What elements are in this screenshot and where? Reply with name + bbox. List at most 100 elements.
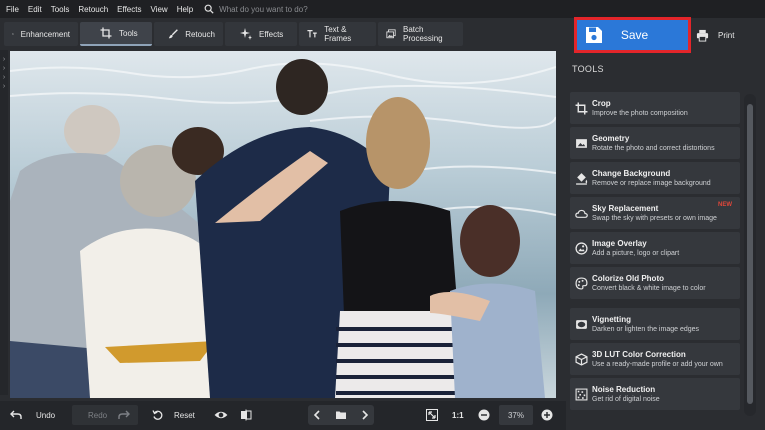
tab-enhancement[interactable]: Enhancement [4, 22, 78, 46]
cube-icon [574, 352, 588, 366]
tool-desc: Rotate the photo and correct distortions [592, 145, 715, 152]
menu-effects[interactable]: Effects [117, 5, 141, 14]
tool-name: Crop [592, 99, 611, 108]
save-label: Save [620, 28, 649, 42]
tool-name: Vignetting [592, 315, 631, 324]
tool-3d-lut-color-correction[interactable]: 3D LUT Color Correction Use a ready-made … [570, 343, 740, 375]
menu-edit[interactable]: Edit [28, 5, 42, 14]
tool-desc: Add a picture, logo or clipart [592, 250, 680, 257]
tab-label: Text & Frames [324, 25, 352, 43]
actual-size-button[interactable]: 1:1 [452, 405, 464, 425]
menu-help[interactable]: Help [177, 5, 193, 14]
tab-text-frames[interactable]: Text & Frames [299, 22, 376, 46]
chevron-right-icon: › [2, 83, 6, 90]
tools-scrollbar[interactable] [744, 94, 756, 416]
menu-file[interactable]: File [6, 5, 19, 14]
zoom-level-field[interactable]: 37% [499, 405, 533, 425]
chevron-right-icon: › [2, 74, 6, 81]
vignette-icon [575, 319, 587, 329]
chevron-left-icon[interactable] [311, 409, 323, 421]
menu-bar: File Edit Tools Retouch Effects View Hel… [0, 0, 765, 18]
reset-button[interactable]: Reset [152, 405, 195, 425]
tools-list: Crop Improve the photo composition Geomet… [566, 92, 742, 422]
tool-crop[interactable]: Crop Improve the photo composition [570, 92, 740, 124]
chevron-right-icon: › [2, 56, 6, 63]
redo-label: Redo [88, 410, 108, 420]
zoom-out-button[interactable] [478, 405, 490, 425]
tool-noise-reduction[interactable]: Noise Reduction Get rid of digital noise [570, 378, 740, 410]
tab-label: Enhancement [20, 29, 70, 39]
preview-button[interactable] [214, 405, 228, 425]
compare-icon [241, 409, 252, 421]
menu-view[interactable]: View [150, 5, 167, 14]
tool-sky-replacement[interactable]: Sky Replacement Swap the sky with presets… [570, 197, 740, 229]
search-placeholder: What do you want to do? [219, 4, 308, 14]
undo-button[interactable]: Undo [10, 405, 55, 425]
search-icon [204, 4, 214, 14]
tool-desc: Remove or replace image background [592, 180, 711, 187]
scrollbar-thumb[interactable] [747, 104, 753, 404]
menu-tools[interactable]: Tools [51, 5, 70, 14]
tool-desc: Darken or lighten the image edges [592, 326, 700, 333]
sliders-icon [12, 33, 14, 35]
tool-desc: Use a ready-made profile or add your own [592, 361, 723, 368]
new-badge: NEW [718, 202, 732, 208]
tool-vignetting[interactable]: Vignetting Darken or lighten the image ed… [570, 308, 740, 340]
tool-name: Sky Replacement [592, 204, 659, 213]
tool-name: Colorize Old Photo [592, 274, 664, 283]
tool-desc: Swap the sky with presets or own image [592, 215, 717, 222]
actual-size-label: 1:1 [452, 410, 464, 420]
fit-to-screen-button[interactable] [426, 405, 438, 425]
tool-image-overlay[interactable]: Image Overlay Add a picture, logo or clip… [570, 232, 740, 264]
tool-name: Geometry [592, 134, 630, 143]
folder-icon[interactable] [335, 409, 347, 421]
chevron-right-icon: › [2, 65, 6, 72]
compare-button[interactable] [240, 405, 252, 425]
chevron-right-icon[interactable] [359, 409, 371, 421]
redo-button[interactable]: Redo [72, 405, 138, 425]
tool-colorize-old-photo[interactable]: Colorize Old Photo Convert black & white … [570, 267, 740, 299]
photo-canvas[interactable] [10, 51, 556, 398]
tab-tools[interactable]: Tools [80, 22, 152, 46]
reset-label: Reset [174, 410, 195, 420]
printer-icon [696, 29, 709, 42]
left-panel-toggle[interactable]: › › › › [0, 50, 8, 395]
crop-icon [100, 27, 112, 39]
tool-change-background[interactable]: Change Background Remove or replace image… [570, 162, 740, 194]
undo-label: Undo [36, 410, 56, 420]
tab-label: Effects [259, 29, 284, 39]
floppy-icon [581, 20, 607, 50]
zoom-value: 37% [507, 410, 524, 420]
family-photo [10, 51, 556, 398]
noise-icon [575, 388, 587, 400]
bottom-toolbar: Undo Redo Reset 1:1 37% [0, 401, 566, 430]
tool-name: Image Overlay [592, 239, 647, 248]
tool-name: Noise Reduction [592, 385, 656, 394]
sparkle-icon [240, 28, 252, 40]
tool-name: Change Background [592, 169, 671, 178]
fit-screen-icon [426, 409, 438, 421]
redo-icon [118, 410, 130, 419]
brush-icon [168, 29, 178, 39]
search-box[interactable]: What do you want to do? [204, 4, 308, 14]
tool-desc: Get rid of digital noise [592, 396, 660, 403]
palette-icon [574, 276, 588, 290]
tab-retouch[interactable]: Retouch [154, 22, 223, 46]
tab-label: Retouch [185, 29, 215, 39]
cloud-icon [574, 209, 588, 218]
tab-label: Batch Processing [403, 25, 443, 43]
tools-panel-title: TOOLS [572, 64, 604, 74]
print-button[interactable]: Print [692, 24, 760, 46]
minus-circle-icon [478, 409, 490, 421]
eye-icon [214, 411, 228, 419]
menu-retouch[interactable]: Retouch [78, 5, 108, 14]
crop-icon [575, 102, 587, 114]
tab-batch-processing[interactable]: Batch Processing [378, 22, 463, 46]
tab-effects[interactable]: Effects [225, 22, 297, 46]
save-button[interactable]: Save [574, 17, 691, 53]
tab-bar: Enhancement Tools Retouch Effects Text &… [0, 20, 568, 48]
reset-icon [152, 410, 163, 420]
tool-geometry[interactable]: Geometry Rotate the photo and correct dis… [570, 127, 740, 159]
zoom-in-button[interactable] [541, 405, 553, 425]
tab-label: Tools [119, 28, 138, 38]
